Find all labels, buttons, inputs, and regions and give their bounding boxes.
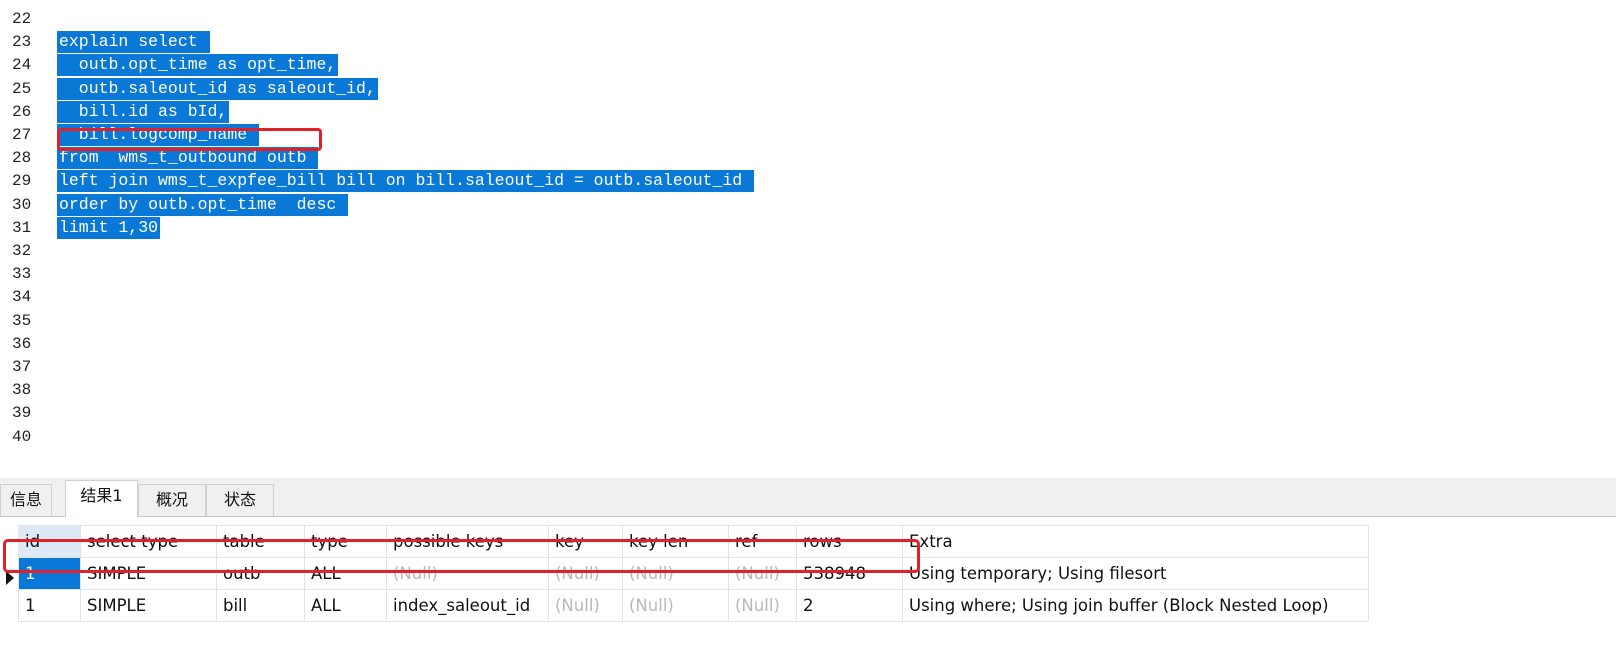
cell-key[interactable]: (Null) (548, 589, 623, 622)
line-number: 38 (12, 381, 32, 400)
column-header-extra[interactable]: Extra (902, 525, 1369, 558)
line-number: 22 (12, 10, 32, 28)
line-number: 25 (12, 79, 32, 98)
editor-line[interactable]: 36 (0, 332, 1616, 356)
line-number: 24 (12, 56, 32, 75)
editor-line[interactable]: 37 (0, 355, 1616, 379)
code-text-selected[interactable]: explain select (57, 31, 210, 54)
editor-line[interactable]: 38 (0, 378, 1616, 402)
line-number: 37 (12, 358, 32, 376)
cell-select-type[interactable]: SIMPLE (80, 589, 217, 622)
line-number: 26 (12, 102, 32, 121)
cell-possible-keys[interactable]: index_saleout_id (386, 589, 549, 622)
editor-line[interactable]: 29 left join wms_t_expfee_bill bill on bi… (0, 169, 1616, 193)
annotation-box-logcomp-name (57, 128, 322, 151)
editor-line[interactable]: 23 explain select (0, 30, 1616, 54)
editor-line[interactable]: 32 (0, 239, 1616, 263)
annotation-box-first-row (3, 539, 920, 573)
editor-line[interactable]: 34 (0, 285, 1616, 309)
editor-line[interactable]: 22 (0, 7, 1616, 31)
code-text-selected[interactable]: order by outb.opt_time desc (57, 193, 349, 216)
table-row[interactable]: 1 SIMPLE bill ALL index_saleout_id (Null… (18, 589, 1369, 622)
code-text-selected[interactable]: bill.id as bId, (57, 100, 230, 123)
line-number: 29 (12, 172, 32, 191)
code-text-selected[interactable]: limit 1,30 (57, 216, 161, 239)
cell-type[interactable]: ALL (304, 589, 387, 622)
editor-line[interactable]: 40 (0, 425, 1616, 449)
editor-line[interactable]: 39 (0, 401, 1616, 425)
cell-key-len[interactable]: (Null) (622, 589, 729, 622)
tab-status[interactable]: 状态 (206, 484, 274, 516)
result-tab-bar: 信息 结果1 概况 状态 (0, 478, 1616, 517)
line-number: 34 (12, 288, 32, 307)
line-number: 31 (12, 218, 32, 237)
line-number: 36 (12, 334, 32, 353)
line-number: 30 (12, 195, 32, 214)
line-number: 40 (12, 427, 32, 446)
line-number: 33 (12, 265, 32, 284)
tab-profile[interactable]: 概况 (138, 484, 206, 516)
cell-extra[interactable]: Using temporary; Using filesort (902, 557, 1369, 590)
tab-result-1[interactable]: 结果1 (65, 480, 138, 517)
cell-ref[interactable]: (Null) (728, 589, 797, 622)
line-number: 28 (12, 149, 32, 168)
editor-line[interactable]: 25 outb.saleout_id as saleout_id, (0, 77, 1616, 101)
editor-line[interactable]: 33 (0, 262, 1616, 286)
tab-info[interactable]: 信息 (0, 484, 52, 516)
cell-table[interactable]: bill (216, 589, 305, 622)
sql-editor[interactable]: 22 23 explain select 24 outb.opt_time as o… (0, 0, 1616, 476)
line-number: 27 (12, 126, 32, 144)
current-row-pointer-icon (6, 571, 14, 585)
line-number: 39 (12, 404, 32, 423)
code-text-selected[interactable]: left join wms_t_expfee_bill bill on bill… (57, 170, 755, 193)
cell-rows[interactable]: 2 (796, 589, 903, 622)
line-number: 35 (12, 311, 32, 330)
editor-line[interactable]: 24 outb.opt_time as opt_time, (0, 53, 1616, 77)
editor-line[interactable]: 26 bill.id as bId, (0, 100, 1616, 124)
editor-line[interactable]: 31 limit 1,30 (0, 216, 1616, 240)
code-text-selected[interactable]: outb.saleout_id as saleout_id, (57, 77, 378, 100)
code-text-selected[interactable]: outb.opt_time as opt_time, (57, 54, 339, 77)
cell-id[interactable]: 1 (18, 589, 81, 622)
line-number: 23 (12, 33, 32, 52)
editor-line[interactable]: 30 order by outb.opt_time desc (0, 193, 1616, 217)
editor-line[interactable]: 35 (0, 309, 1616, 333)
line-number: 32 (12, 242, 32, 260)
cell-extra[interactable]: Using where; Using join buffer (Block Ne… (902, 589, 1369, 622)
